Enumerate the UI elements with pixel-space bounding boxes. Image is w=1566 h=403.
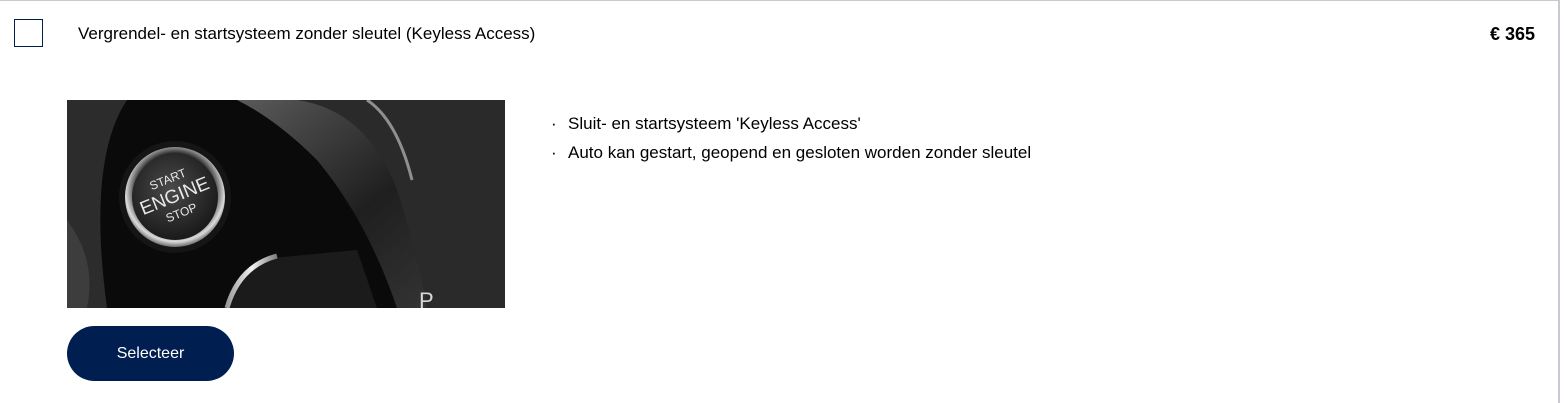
select-button[interactable]: Selecteer: [67, 326, 234, 381]
bullet: ·: [551, 114, 557, 133]
option-title: Vergrendel- en startsysteem zonder sleut…: [78, 24, 536, 43]
feature-text: Auto kan gestart, geopend en gesloten wo…: [568, 143, 1032, 162]
feature-list: · Sluit- en startsysteem 'Keyless Access…: [549, 109, 1031, 167]
feature-text: Sluit- en startsysteem 'Keyless Access': [568, 114, 861, 133]
feature-item: · Sluit- en startsysteem 'Keyless Access…: [549, 109, 1031, 138]
bullet: ·: [551, 143, 557, 162]
option-price: € 365: [1489, 24, 1535, 44]
option-checkbox[interactable]: [14, 19, 43, 47]
option-card: Vergrendel- en startsysteem zonder sleut…: [0, 0, 1560, 403]
option-image: START ENGINE STOP P: [67, 100, 505, 308]
image-gear-letter: P: [419, 288, 434, 308]
feature-item: · Auto kan gestart, geopend en gesloten …: [549, 138, 1031, 167]
